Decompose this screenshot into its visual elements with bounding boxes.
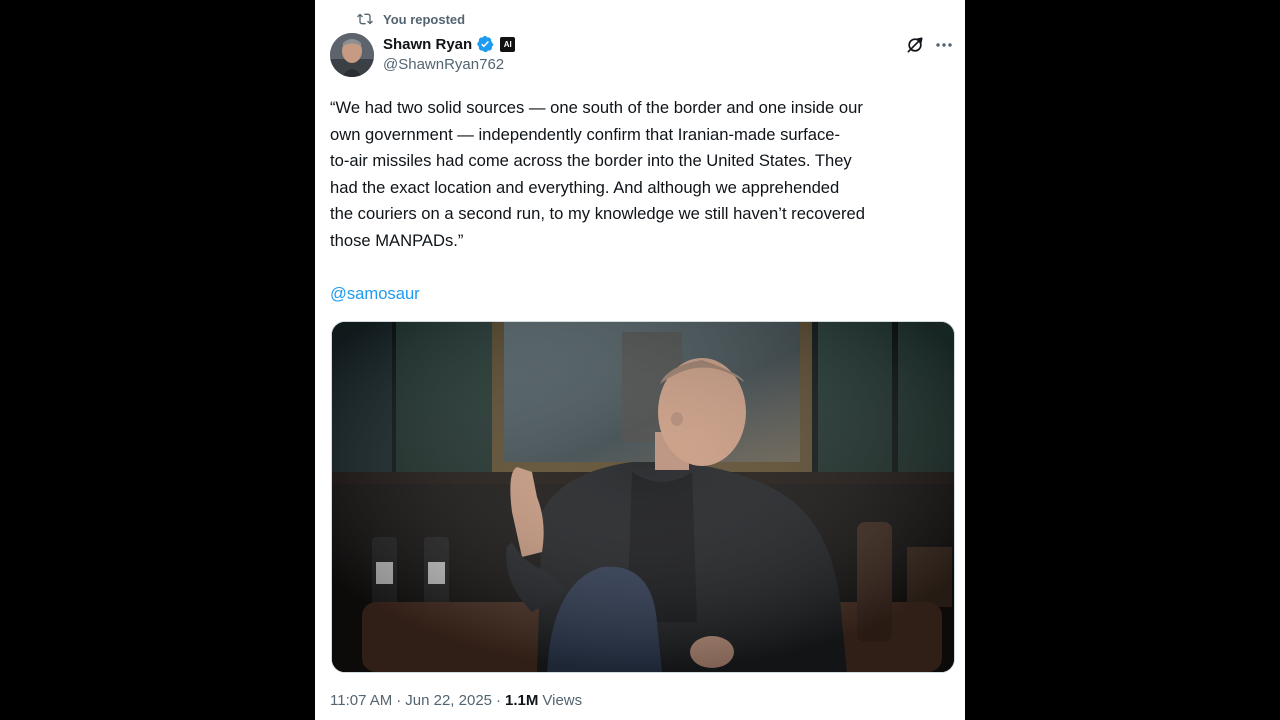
repost-icon [357,13,373,25]
grok-icon[interactable] [905,35,925,55]
tweet-card: You reposted Shawn Ryan AI @ShawnRyan762… [315,0,965,720]
more-icon[interactable] [935,37,953,53]
verified-badge-icon [477,35,494,53]
meta-separator: · [496,692,502,709]
video-frame [332,322,954,672]
tweet-time[interactable]: 11:07 AM [330,692,392,709]
avatar[interactable] [330,33,374,77]
video-player[interactable] [331,321,955,673]
tweet-text: “We had two solid sources — one south of… [330,98,865,250]
affiliate-badge[interactable]: AI [500,36,516,52]
affiliate-badge-label: AI [503,39,512,49]
author-name-row[interactable]: Shawn Ryan AI [383,34,516,54]
views-count: 1.1M [505,692,539,709]
repost-label: You reposted [383,11,466,27]
meta-separator: · [396,692,402,709]
mention-link[interactable]: @samosaur [330,281,420,307]
views-label: Views [542,692,583,709]
author-display-name[interactable]: Shawn Ryan [383,36,472,53]
avatar-image [330,33,374,77]
tweet-meta: 11:07 AM · Jun 22, 2025 · 1.1M Views [330,692,582,709]
tweet-date[interactable]: Jun 22, 2025 [405,692,492,709]
author-handle[interactable]: @ShawnRyan762 [383,56,504,73]
repost-indicator[interactable]: You reposted [357,10,465,28]
